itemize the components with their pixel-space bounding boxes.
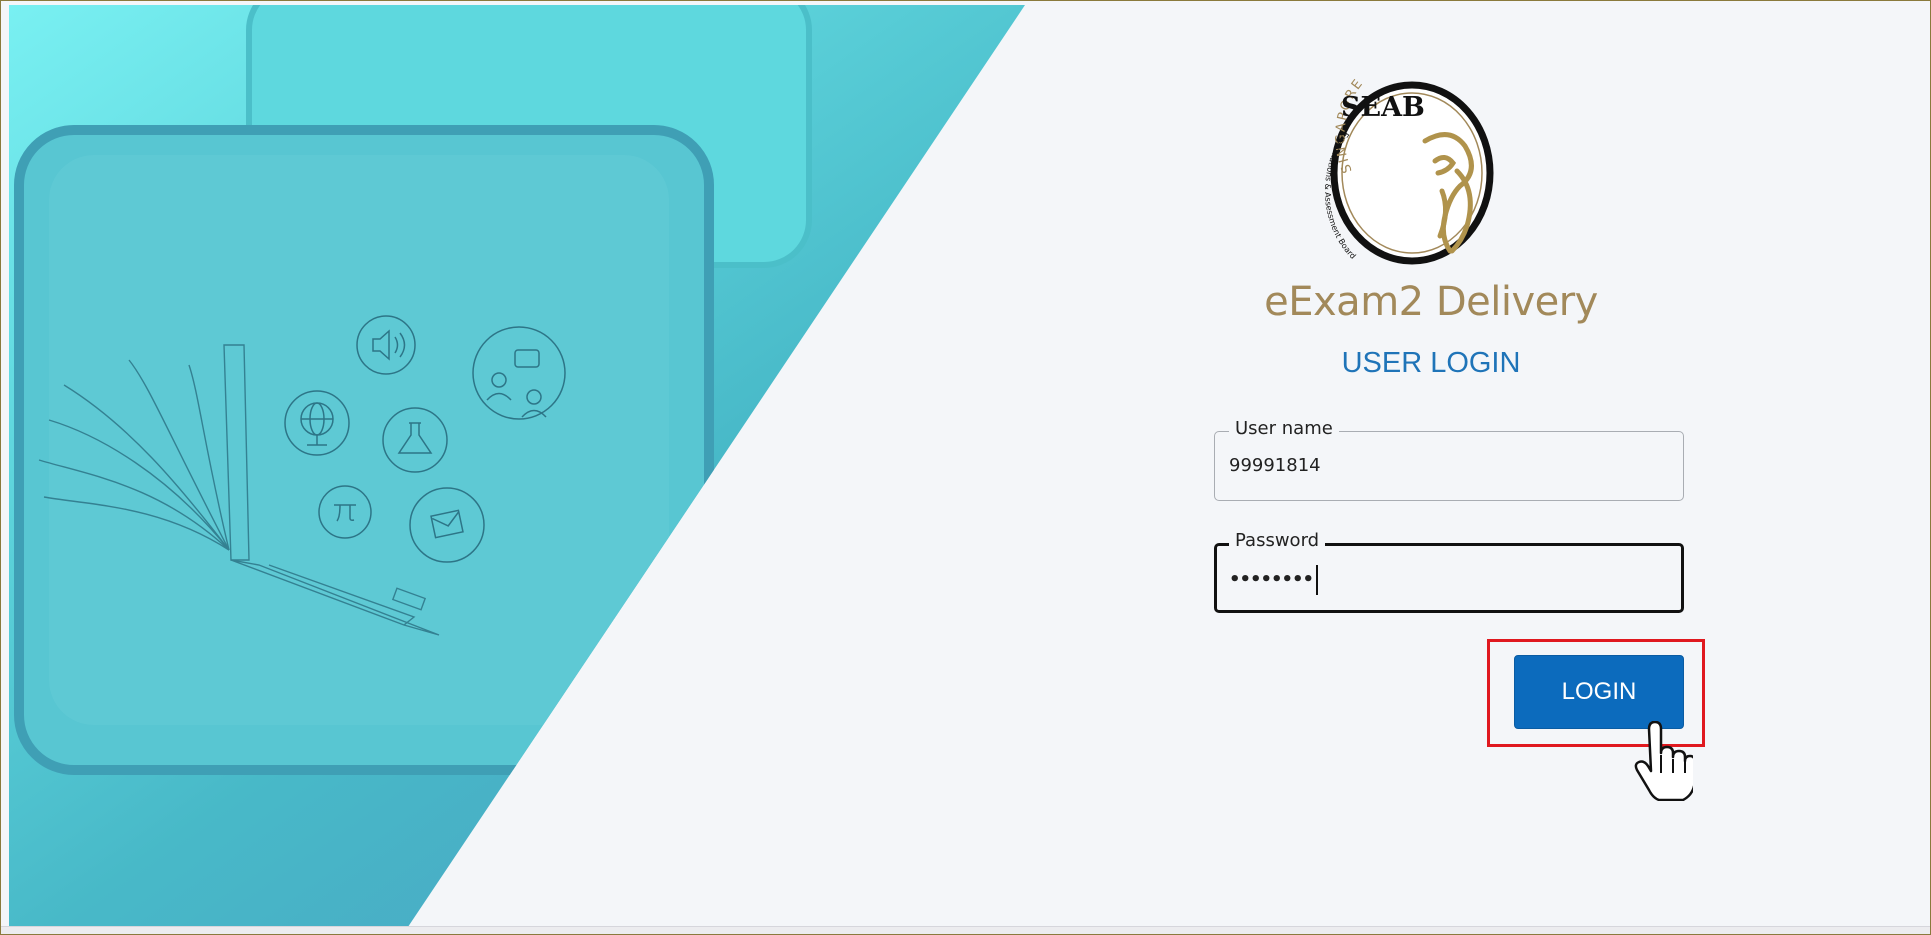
hero-image (9, 5, 1025, 931)
bottom-strip (1, 926, 1930, 934)
seab-logo: SINGAPORE SEAB Examinations & Assessment… (1317, 61, 1507, 271)
login-heading: USER LOGIN (1341, 347, 1521, 379)
password-masked-text: •••••••• (1229, 569, 1314, 590)
password-value[interactable]: •••••••• (1229, 565, 1319, 595)
username-value[interactable]: 99991814 (1229, 455, 1321, 476)
text-caret (1316, 565, 1319, 595)
password-label: Password (1229, 530, 1326, 551)
hand-pointer-cursor-icon (1634, 721, 1693, 801)
logo-acronym: SEAB (1341, 92, 1425, 123)
username-field[interactable]: User name 99991814 (1214, 418, 1684, 501)
username-label: User name (1229, 418, 1339, 439)
login-button[interactable]: LOGIN (1514, 655, 1684, 729)
password-field[interactable]: Password •••••••• (1214, 530, 1684, 613)
app-title: eExam2 Delivery (1264, 279, 1598, 325)
login-page: SINGAPORE SEAB Examinations & Assessment… (0, 0, 1931, 935)
